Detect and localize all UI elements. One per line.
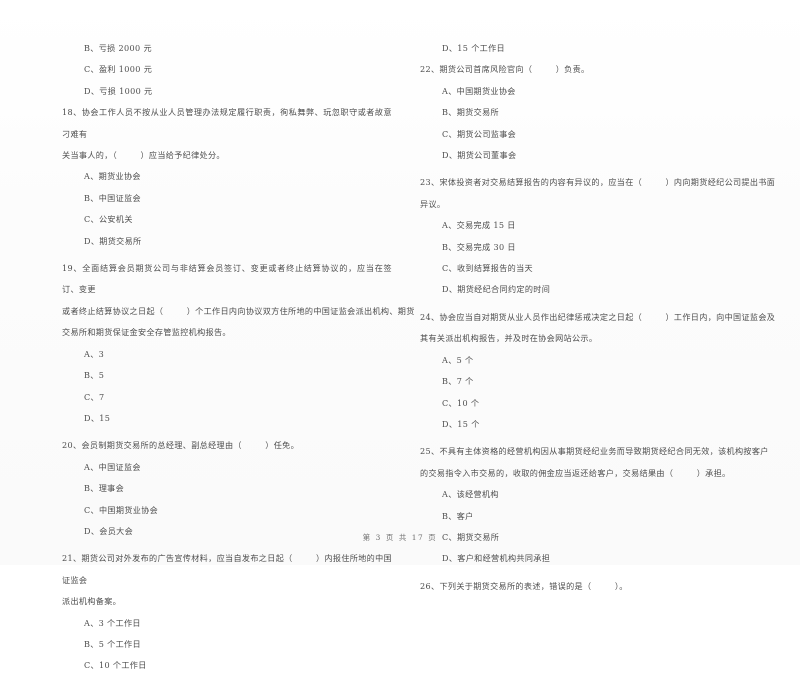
question-stem-line: 23、宋体投资者对交易结算报告的内容有异议的，应当在（ ）内向期货经纪公司提出书… xyxy=(420,177,776,188)
question-stem-line: 24、协会应当自对期货从业人员作出纪律惩戒决定之日起（ ）工作日内，向中国证监会… xyxy=(420,311,776,322)
question-stem-line: 其有关派出机构报告，并及时在协会网站公示。 xyxy=(420,333,598,344)
option-item: B、期货交易所 xyxy=(442,107,499,118)
question-stem-line: 异议。 xyxy=(420,198,446,209)
option-item: D、亏损 1000 元 xyxy=(84,85,153,96)
option-item: C、中国期货业协会 xyxy=(84,504,159,515)
option-item: A、5 个 xyxy=(442,354,474,365)
option-item: D、15 个工作日 xyxy=(442,43,505,53)
option-item: D、15 个 xyxy=(442,418,480,429)
question-stem-line: 25、不具有主体资格的经营机构因从事期货经纪业务而导致期货经纪合同无效，该机构按… xyxy=(420,446,769,457)
question-stem-line: 22、期货公司首席风险官向（ ）负责。 xyxy=(420,64,590,75)
option-item: B、5 xyxy=(84,370,105,381)
option-item: D、期货交易所 xyxy=(84,235,142,246)
option-item: C、收到结算报告的当天 xyxy=(442,263,533,274)
option-item: C、10 个 xyxy=(442,397,480,408)
option-item: A、中国期货业协会 xyxy=(442,85,516,96)
two-column-body: B、亏损 2000 元 C、盈利 1000 元 D、亏损 1000 元 18、协… xyxy=(0,0,800,670)
question-stem-line: 交易所和期货保证金安全存管监控机构报告。 xyxy=(62,327,231,338)
option-item: A、3 xyxy=(84,348,105,359)
question-stem-line: 派出机构备案。 xyxy=(62,596,122,607)
option-item: A、该经营机构 xyxy=(442,489,499,500)
option-item: D、客户和经营机构共同承担 xyxy=(442,553,551,564)
option-item: C、10 个工作日 xyxy=(84,660,147,671)
question-25: 25、不具有主体资格的经营机构因从事期货经纪业务而导致期货经纪合同无效，该机构按… xyxy=(420,441,790,569)
question-24: 24、协会应当自对期货从业人员作出纪律惩戒决定之日起（ ）工作日内，向中国证监会… xyxy=(420,307,790,435)
question-18: 18、协会工作人员不按从业人员管理办法规定履行职责，徇私舞弊、玩忽职守或者故意刁… xyxy=(62,102,392,252)
question-stem-line: 21、期货公司对外发布的广告宣传材料，应当自发布之日起（ ）内报住所地的中国证监… xyxy=(62,553,392,585)
question-stem-line: 18、协会工作人员不按从业人员管理办法规定履行职责，徇私舞弊、玩忽职守或者故意刁… xyxy=(62,107,392,139)
question-stem-line: 或者终止结算协议之日起（ ）个工作日内向协议双方住所地的中国证监会派出机构、期货 xyxy=(62,305,415,316)
option-item: C、期货公司监事会 xyxy=(442,128,517,139)
question-stem-line: 19、全面结算会员期货公司与非结算会员签订、变更或者终止结算协议的，应当在签订、… xyxy=(62,263,392,295)
option-item: A、期货业协会 xyxy=(84,171,141,182)
question-20: 20、会员制期货交易所的总经理、副总经理由（ ）任免。 A、中国证监会 B、理事… xyxy=(62,435,392,542)
option-item: D、期货经纪合同约定的时间 xyxy=(442,284,551,295)
question-21: 21、期货公司对外发布的广告宣传材料，应当自发布之日起（ ）内报住所地的中国证监… xyxy=(62,548,392,676)
orphan-options-right: D、15 个工作日 xyxy=(420,38,790,59)
question-stem-line: 的交易指令入市交易的，收取的佣金应当返还给客户，交易结果由（ ）承担。 xyxy=(420,467,731,478)
left-column: B、亏损 2000 元 C、盈利 1000 元 D、亏损 1000 元 18、协… xyxy=(0,0,415,670)
option-item: A、3 个工作日 xyxy=(84,617,141,628)
option-item: A、中国证监会 xyxy=(84,461,141,472)
option-item: B、客户 xyxy=(442,510,474,521)
question-stem-line: 26、下列关于期货交易所的表述，错误的是（ ）。 xyxy=(420,580,628,591)
question-23: 23、宋体投资者对交易结算报告的内容有异议的，应当在（ ）内向期货经纪公司提出书… xyxy=(420,172,790,300)
option-item: C、7 xyxy=(84,391,105,402)
option-item: B、5 个工作日 xyxy=(84,638,141,649)
option-item: D、期货公司董事会 xyxy=(442,150,517,161)
orphan-options-left: B、亏损 2000 元 C、盈利 1000 元 D、亏损 1000 元 xyxy=(62,38,392,102)
question-26: 26、下列关于期货交易所的表述，错误的是（ ）。 xyxy=(420,576,790,597)
option-item: C、公安机关 xyxy=(84,214,133,225)
option-item: D、15 xyxy=(84,412,111,423)
question-19: 19、全面结算会员期货公司与非结算会员签订、变更或者终止结算协议的，应当在签订、… xyxy=(62,258,415,429)
question-stem-line: 关当事人的，（ ）应当给予纪律处分。 xyxy=(62,150,225,161)
option-item: B、7 个 xyxy=(442,376,474,387)
option-item: A、交易完成 15 日 xyxy=(442,220,516,231)
option-item: B、理事会 xyxy=(84,483,125,494)
page-footer: 第 3 页 共 17 页 xyxy=(362,533,438,542)
option-item: B、中国证监会 xyxy=(84,192,141,203)
right-column: D、15 个工作日 22、期货公司首席风险官向（ ）负责。 A、中国期货业协会 … xyxy=(400,0,800,591)
exam-page: B、亏损 2000 元 C、盈利 1000 元 D、亏损 1000 元 18、协… xyxy=(0,0,800,670)
option-item: B、交易完成 30 日 xyxy=(442,241,516,252)
option-item: C、盈利 1000 元 xyxy=(84,64,153,75)
option-item: B、亏损 2000 元 xyxy=(84,43,152,53)
question-22: 22、期货公司首席风险官向（ ）负责。 A、中国期货业协会 B、期货交易所 C、… xyxy=(420,59,790,166)
question-stem-line: 20、会员制期货交易所的总经理、副总经理由（ ）任免。 xyxy=(62,440,300,451)
